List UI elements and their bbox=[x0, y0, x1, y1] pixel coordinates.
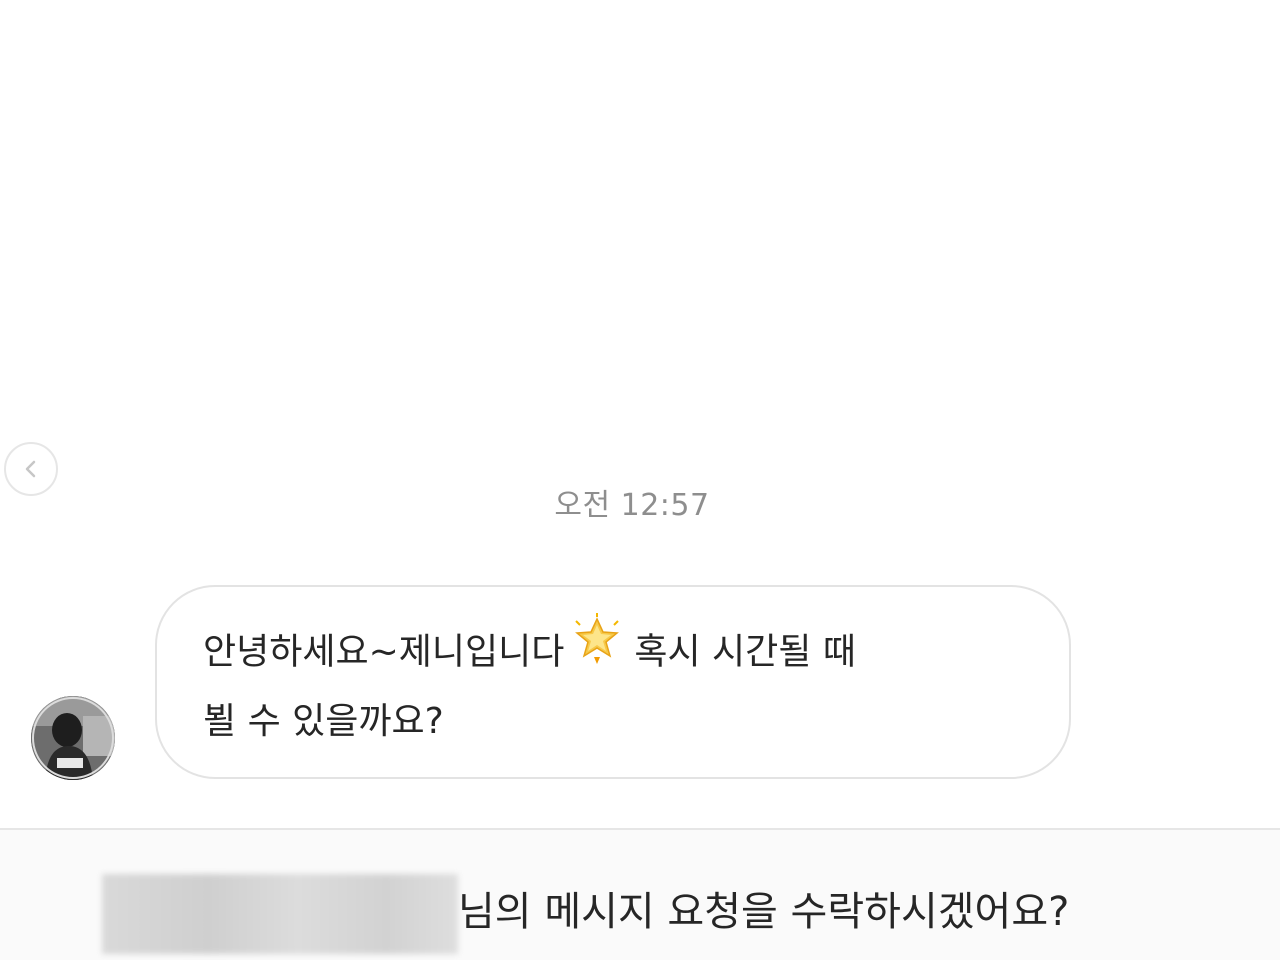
glowing-star-icon bbox=[570, 613, 624, 686]
request-prompt-text: 님의 메시지 요청을 수락하시겠어요? bbox=[458, 889, 1070, 935]
message-bubble[interactable]: 안녕하세요~제니입니다 혹시 시간될 때 뵐 수 있을까요? bbox=[155, 585, 1071, 779]
blurred-username bbox=[102, 874, 458, 954]
avatar-photo bbox=[31, 696, 115, 780]
message-request-bar: 님의 메시지 요청을 수락하시겠어요? bbox=[0, 828, 1280, 960]
message-line1-text: 안녕하세요~제니입니다 bbox=[203, 631, 565, 673]
message-line1-cont-text: 혹시 시간될 때 bbox=[634, 631, 856, 673]
message-timestamp: 오전 12:57 bbox=[554, 488, 710, 523]
message-line2-text: 뵐 수 있을까요? bbox=[203, 701, 444, 742]
message-text: 안녕하세요~제니입니다 혹시 시간될 때 뵐 수 있을까요? bbox=[203, 613, 1029, 754]
sender-avatar[interactable] bbox=[31, 696, 115, 780]
chevron-left-icon bbox=[25, 460, 36, 478]
dm-thread-screen: 오전 12:57 안녕하세요~제니입니다 혹시 시간될 때 뵐 수 있을까요? bbox=[0, 0, 1280, 960]
